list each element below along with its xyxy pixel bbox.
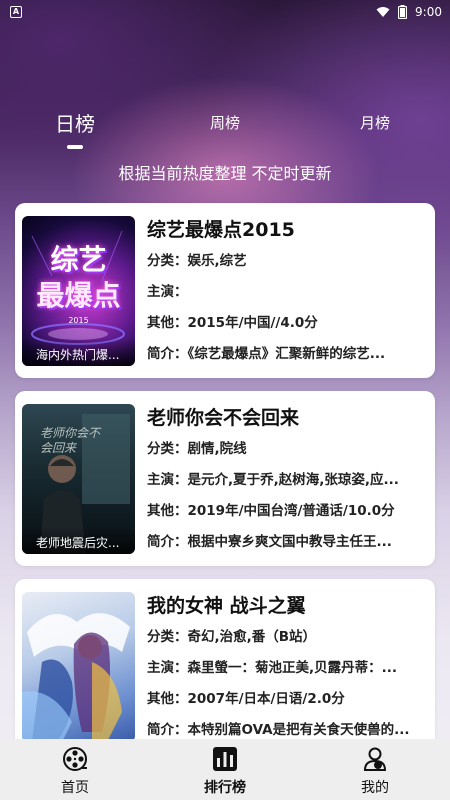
tab-daily[interactable]: 日榜 [55, 98, 95, 149]
item-info: 我的女神 战斗之翼 分类：奇幻,治愈,番（B站） 主演：森里螢一：菊池正美,贝露… [147, 591, 423, 745]
item-other: 其他：2019年/中国台湾/普通话/10.0分 [147, 503, 395, 519]
poster-title-text: 老师你会不会回来 [40, 426, 101, 455]
ranking-tabs: 日榜 周榜 月榜 [0, 98, 450, 149]
ranking-subtitle: 根据当前热度整理 不定时更新 [118, 164, 332, 183]
list-item[interactable]: 老师你会不会回来 老师地震后灾... 老师你会不会回来 分类：剧情,院线 主演：… [15, 391, 435, 566]
item-intro: 简介：根据中寮乡爽文国中教导主任王... [147, 534, 392, 550]
poster-title-line2: 最爆点 [36, 279, 121, 312]
nav-ranking-label: 排行榜 [204, 780, 246, 796]
tab-monthly[interactable]: 月榜 [360, 98, 390, 133]
list-item[interactable]: 我的女神 战斗之翼 分类：奇幻,治愈,番（B站） 主演：森里螢一：菊池正美,贝露… [15, 579, 435, 754]
item-info: 老师你会不会回来 分类：剧情,院线 主演：是元介,夏于乔,赵树海,张琼姿,应..… [147, 403, 423, 557]
tab-weekly-label: 周榜 [209, 114, 241, 132]
nav-ranking[interactable]: 排行榜 [150, 739, 300, 800]
item-other: 其他：2015年/中国//4.0分 [147, 315, 318, 331]
item-intro: 简介：《综艺最爆点》汇聚新鲜的综艺... [147, 346, 386, 362]
tab-daily-label: 日榜 [55, 112, 95, 136]
film-reel-icon [63, 747, 87, 771]
battery-icon [398, 5, 408, 19]
item-cast: 主演： [147, 284, 188, 300]
item-title: 综艺最爆点2015 [147, 219, 295, 241]
tab-monthly-label: 月榜 [359, 114, 391, 132]
item-info: 综艺最爆点2015 分类：娱乐,综艺 主演： 其他：2015年/中国//4.0分… [147, 215, 423, 369]
poster-art [22, 613, 130, 742]
nav-home-label: 首页 [61, 780, 89, 796]
user-profile-icon [363, 747, 387, 771]
notification-icon: A [10, 6, 22, 18]
tab-weekly[interactable]: 周榜 [210, 98, 240, 133]
ranking-chart-icon [213, 747, 237, 771]
item-other: 其他：2007年/日本/日语/2.0分 [147, 691, 345, 707]
item-title: 我的女神 战斗之翼 [147, 595, 306, 617]
poster-caption: 海内外热门爆... [22, 338, 135, 366]
poster-title-line1: 综艺 [50, 243, 107, 276]
nav-profile[interactable]: 我的 [300, 739, 450, 800]
clock: 9:00 [415, 5, 442, 19]
poster-caption: 老师地震后灾... [22, 526, 135, 554]
status-bar: A 9:00 [0, 0, 450, 24]
poster-image: 综艺 最爆点 2015 海内外热门爆... [22, 216, 135, 366]
item-title: 老师你会不会回来 [147, 407, 300, 429]
poster-image: 老师你会不会回来 老师地震后灾... [22, 404, 135, 554]
poster-year: 2015 [68, 316, 89, 325]
wifi-icon [376, 7, 390, 17]
nav-home[interactable]: 首页 [0, 739, 150, 800]
poster-image [22, 592, 135, 742]
item-cast: 主演：是元介,夏于乔,赵树海,张琼姿,应... [147, 472, 399, 488]
list-item[interactable]: 综艺 最爆点 2015 海内外热门爆... 综艺最爆点2015 分类：娱乐,综艺… [15, 203, 435, 378]
bottom-navigation: 首页 排行榜 我的 [0, 739, 450, 800]
item-cast: 主演：森里螢一：菊池正美,贝露丹蒂：... [147, 660, 398, 676]
item-category: 分类：剧情,院线 [147, 441, 247, 457]
item-category: 分类：娱乐,综艺 [147, 253, 247, 269]
tab-active-indicator [67, 145, 83, 149]
item-category: 分类：奇幻,治愈,番（B站） [147, 629, 317, 645]
nav-profile-label: 我的 [361, 780, 389, 796]
